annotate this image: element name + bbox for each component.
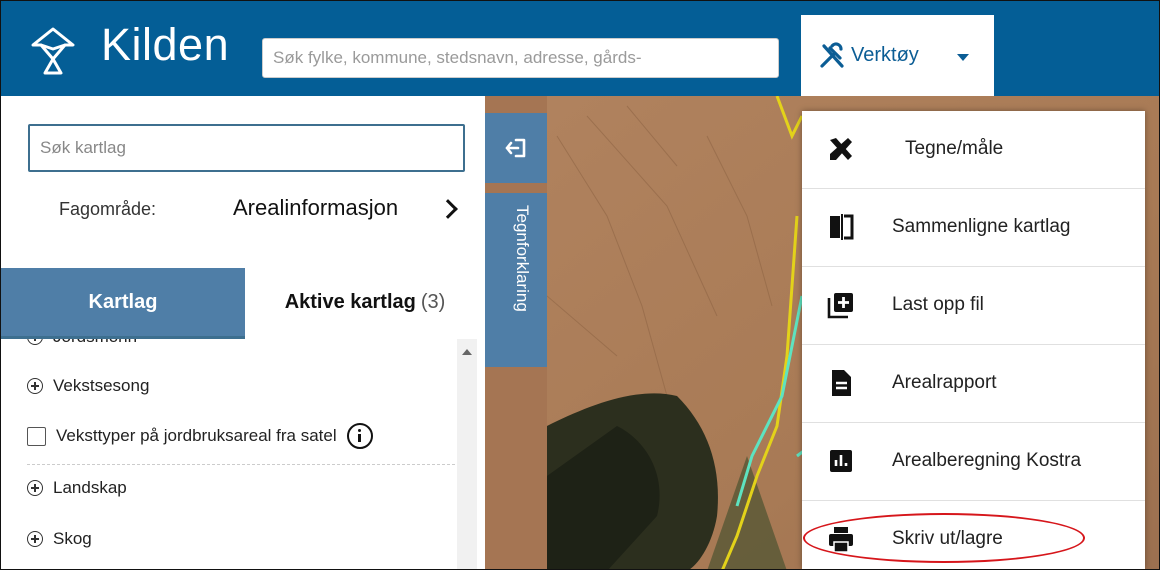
menu-item-last-opp-fil[interactable]: Last opp fil (802, 267, 1145, 345)
info-icon[interactable] (346, 423, 373, 449)
list-item-vekstsesong[interactable]: Vekstsesong (27, 376, 149, 396)
legend-tab-label: Tegnforklaring (513, 205, 532, 312)
menu-item-label: Sammenligne kartlag (892, 216, 1071, 237)
legend-tab[interactable]: Tegnforklaring (485, 193, 547, 367)
list-item-landskap[interactable]: Landskap (27, 478, 127, 498)
menu-item-label: Arealberegning Kostra (892, 450, 1082, 471)
tab-aktive-label: Aktive kartlag (284, 290, 416, 313)
tools-icon (820, 42, 844, 68)
menu-item-label: Last opp fil (892, 294, 984, 315)
app-title[interactable]: Kilden (101, 19, 229, 71)
expand-icon (27, 480, 43, 496)
tools-dropdown-menu: Tegne/måle Sammenligne kartlag Last opp … (802, 111, 1145, 569)
kilden-logo-icon[interactable] (27, 25, 79, 77)
print-icon (829, 527, 853, 553)
layer-panel: Fagområde: Arealinformasjon Kartlag Akti… (1, 109, 485, 569)
expand-icon (27, 531, 43, 547)
tools-label: Verktøy (851, 44, 919, 66)
list-item-label: Skog (53, 529, 92, 548)
ruler-pencil-icon (830, 138, 852, 160)
list-item-veksttyper[interactable]: Veksttyper på jordbruksareal fra satel (27, 423, 373, 449)
expand-icon (27, 378, 43, 394)
list-item-skog[interactable]: Skog (27, 529, 92, 549)
menu-item-arealrapport[interactable]: Arealrapport (802, 345, 1145, 423)
document-icon (832, 370, 851, 396)
divider (27, 464, 455, 465)
tools-menu-button[interactable]: Verktøy (801, 15, 994, 96)
menu-item-arealberegning[interactable]: Arealberegning Kostra (802, 423, 1145, 501)
chevron-down-icon (957, 54, 969, 61)
list-item-label: Landskap (53, 478, 127, 497)
layer-search-input[interactable] (28, 124, 465, 172)
list-item-label: Veksttyper på jordbruksareal fra satel (56, 426, 337, 445)
expand-icon (27, 339, 43, 345)
scroll-up-icon[interactable] (462, 349, 472, 355)
scrollbar[interactable] (457, 339, 477, 569)
list-item-label: Vekstsesong (53, 376, 150, 395)
list-item-jordsmonn[interactable]: Jordsmonn (27, 339, 137, 347)
compare-icon (830, 214, 854, 240)
fagomrade-value[interactable]: Arealinformasjon (233, 195, 398, 221)
layer-checkbox[interactable] (27, 426, 46, 446)
fagomrade-label: Fagområde: (59, 199, 157, 219)
menu-item-label: Skriv ut/lagre (892, 528, 1003, 549)
app-window: Kilden Verktøy Fagområde: Arealinformasj… (0, 0, 1160, 570)
menu-item-sammenligne[interactable]: Sammenligne kartlag (802, 189, 1145, 267)
menu-item-label: Tegne/måle (905, 138, 1004, 159)
tab-aktive-kartlag[interactable]: Aktive kartlag (3) (245, 268, 485, 336)
list-item-label: Jordsmonn (53, 339, 137, 347)
header: Kilden Verktøy (1, 1, 1159, 96)
active-count-badge: (3) (420, 290, 446, 313)
menu-item-skriv-ut-lagre[interactable]: Skriv ut/lagre (802, 501, 1145, 569)
collapse-arrow-icon (505, 138, 526, 158)
collapse-panel-button[interactable] (485, 113, 547, 183)
bar-chart-icon (830, 450, 852, 472)
upload-file-icon (827, 293, 853, 319)
menu-item-tegne-male[interactable]: Tegne/måle (802, 111, 1145, 189)
tab-kartlag[interactable]: Kartlag (1, 268, 245, 336)
chevron-right-icon[interactable] (438, 199, 458, 219)
layer-list: Jordsmonn Vekstsesong Veksttyper på jord… (1, 339, 457, 569)
search-input[interactable] (262, 38, 779, 78)
tab-kartlag-label: Kartlag (88, 290, 158, 313)
menu-item-label: Arealrapport (892, 372, 997, 393)
